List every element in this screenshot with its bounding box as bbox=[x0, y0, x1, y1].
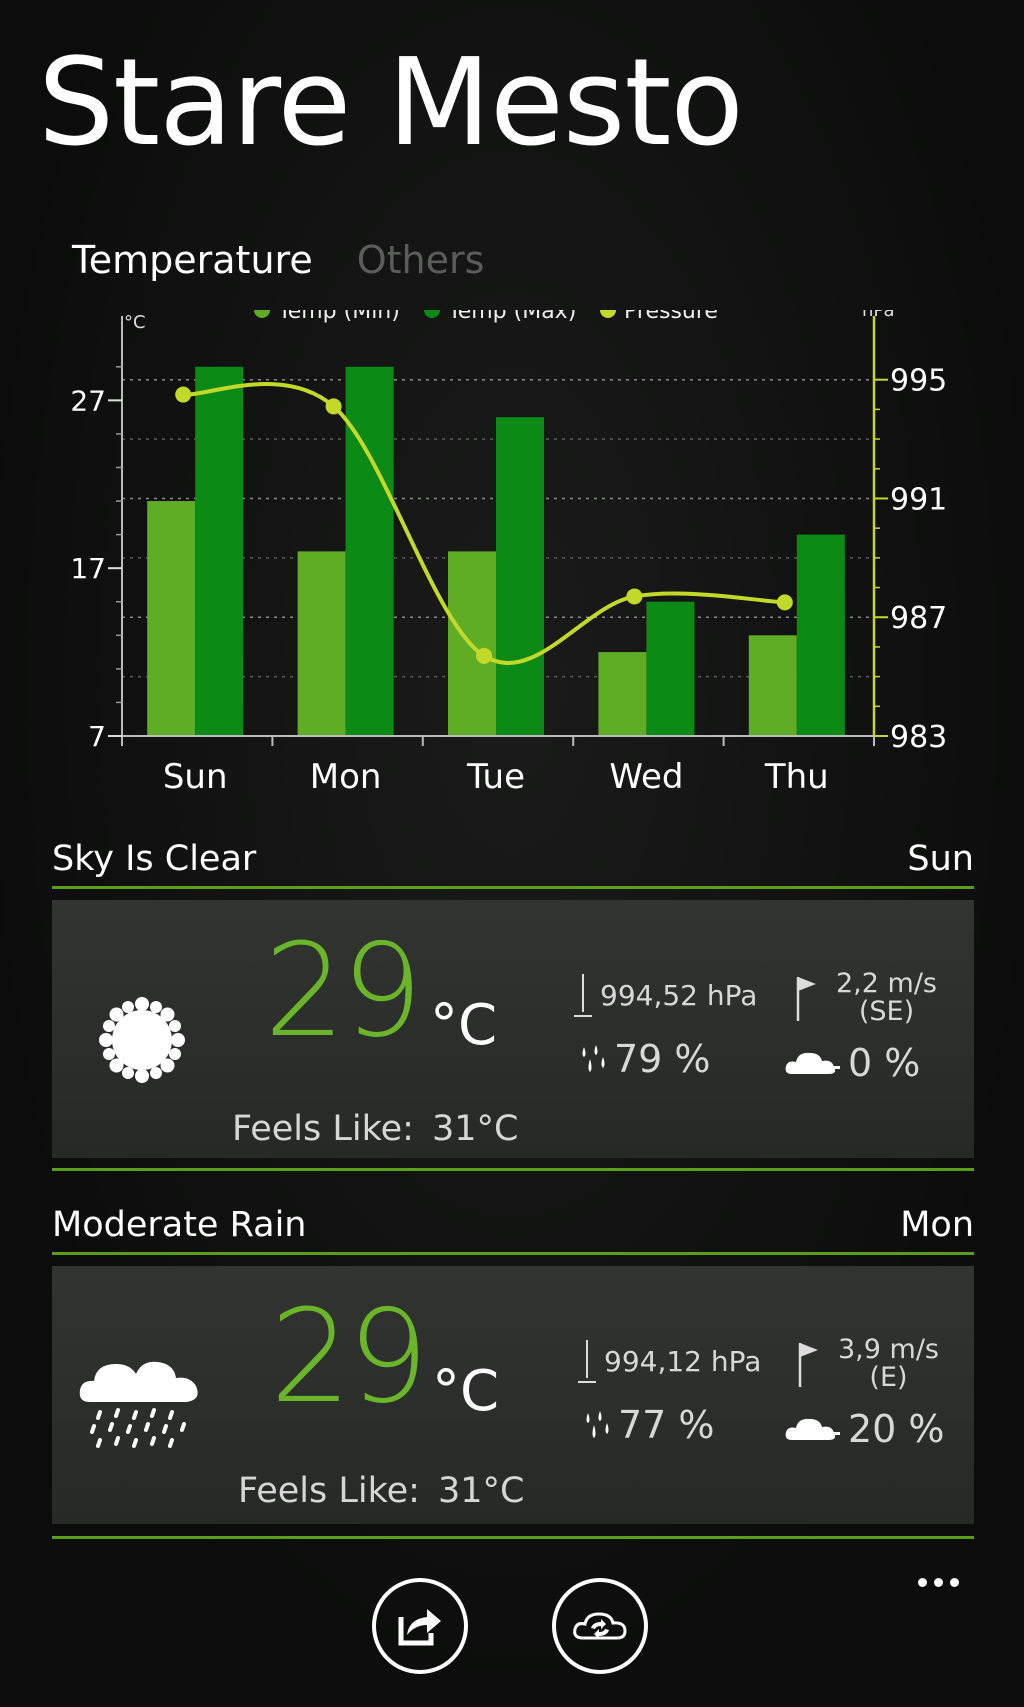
divider bbox=[52, 1168, 974, 1171]
feels-like: Feels Like: 31°C bbox=[238, 1474, 524, 1509]
day-header: Sky Is Clear Sun bbox=[52, 842, 974, 877]
pressure-point bbox=[626, 588, 643, 605]
tab-temperature[interactable]: Temperature bbox=[72, 238, 313, 284]
humidity-icon bbox=[586, 1411, 609, 1438]
divider bbox=[52, 1252, 974, 1255]
wind-stat: 3,9 m/s (E) bbox=[796, 1334, 939, 1394]
pressure-point bbox=[175, 386, 192, 403]
bar-temp-min bbox=[748, 635, 797, 736]
y-tick-label-right: 987 bbox=[890, 601, 947, 636]
day-label: Mon bbox=[900, 1205, 974, 1245]
bar-temp-max bbox=[496, 417, 544, 736]
y-tick-label-left: 27 bbox=[70, 384, 106, 417]
pressure-stat: 994,52 hPa bbox=[572, 972, 757, 1020]
humidity-value: 77 % bbox=[618, 1403, 715, 1447]
more-icon bbox=[950, 1578, 959, 1587]
wind-direction: (SE) bbox=[858, 996, 915, 1028]
feels-like: Feels Like: 31°C bbox=[232, 1112, 518, 1147]
bar-temp-max bbox=[646, 601, 695, 736]
y-axis-label-right: hPa bbox=[862, 310, 894, 321]
rain-cloud-icon bbox=[78, 1346, 208, 1460]
cloud-refresh-icon bbox=[573, 1612, 627, 1640]
feels-like-label: Feels Like: bbox=[238, 1471, 420, 1511]
wind-speed: 3,9 m/s bbox=[838, 1334, 939, 1365]
y-tick-label-right: 991 bbox=[890, 482, 947, 517]
feels-like-value: 31°C bbox=[431, 1109, 519, 1149]
share-button[interactable] bbox=[372, 1578, 468, 1674]
x-tick-label: Thu bbox=[764, 757, 829, 797]
page-title: Stare Mesto bbox=[38, 34, 744, 173]
thermometer-icon bbox=[578, 1340, 596, 1383]
cloud-icon bbox=[785, 1418, 840, 1440]
x-tick-label: Sun bbox=[163, 757, 228, 797]
bar-temp-max bbox=[345, 366, 394, 736]
bar-temp-min bbox=[297, 551, 346, 736]
pressure-point bbox=[776, 594, 793, 611]
x-tick-label: Tue bbox=[466, 757, 525, 797]
bar-temp-max bbox=[796, 534, 845, 736]
bar-temp-min bbox=[147, 501, 196, 736]
clouds-value: 0 % bbox=[848, 1041, 921, 1085]
divider bbox=[52, 886, 974, 889]
pressure-value: 994,52 hPa bbox=[600, 979, 758, 1012]
day-header: Moderate Rain Mon bbox=[52, 1208, 974, 1243]
weather-card[interactable]: 29 °C Feels Like: 31°C 994,12 hPa 77 % 3,… bbox=[52, 1266, 974, 1524]
temperature-value: 29 bbox=[270, 1283, 429, 1432]
clouds-stat: 0 % bbox=[782, 1044, 920, 1082]
flag-icon bbox=[796, 977, 816, 1022]
y-tick-label-left: 7 bbox=[88, 720, 106, 753]
clouds-stat: 20 % bbox=[782, 1410, 945, 1448]
weather-card[interactable]: 29 °C Feels Like: 31°C 994,52 hPa 79 % 2,… bbox=[52, 900, 974, 1158]
bar-temp-max bbox=[195, 366, 244, 736]
pressure-point bbox=[325, 398, 342, 415]
more-icon bbox=[918, 1578, 927, 1587]
more-button[interactable] bbox=[918, 1578, 959, 1587]
thermometer-icon bbox=[574, 974, 592, 1017]
legend-marker bbox=[600, 310, 616, 318]
condition-label: Sky Is Clear bbox=[52, 839, 257, 879]
flag-icon bbox=[798, 1343, 818, 1388]
refresh-button[interactable] bbox=[552, 1578, 648, 1674]
y-tick-label-left: 17 bbox=[70, 552, 106, 585]
pressure-point bbox=[476, 647, 492, 664]
pressure-value: 994,12 hPa bbox=[604, 1345, 762, 1378]
feels-like-label: Feels Like: bbox=[232, 1109, 414, 1149]
day-label: Sun bbox=[907, 839, 974, 879]
legend-label: Pressure bbox=[624, 310, 718, 324]
sun-icon bbox=[96, 994, 188, 1090]
y-tick-label-right: 995 bbox=[890, 364, 947, 399]
humidity-icon bbox=[582, 1045, 605, 1072]
tab-others[interactable]: Others bbox=[357, 238, 485, 284]
pressure-stat: 994,12 hPa bbox=[576, 1338, 761, 1386]
humidity-value: 79 % bbox=[614, 1037, 711, 1081]
share-icon bbox=[398, 1609, 441, 1646]
wind-speed: 2,2 m/s bbox=[836, 968, 937, 999]
cloud-icon bbox=[785, 1052, 840, 1074]
bar-temp-min bbox=[598, 652, 647, 736]
more-icon bbox=[934, 1578, 943, 1587]
y-tick-label-right: 983 bbox=[890, 720, 947, 755]
humidity-stat: 79 % bbox=[578, 1040, 711, 1078]
temperature-value: 29 bbox=[264, 917, 423, 1066]
feels-like-value: 31°C bbox=[437, 1471, 525, 1511]
temperature-unit: °C bbox=[432, 1359, 500, 1424]
legend-label: Temp (Max) bbox=[447, 310, 576, 324]
pivot-tabs: Temperature Others bbox=[72, 238, 484, 284]
x-tick-label: Wed bbox=[609, 757, 683, 797]
humidity-stat: 77 % bbox=[582, 1406, 715, 1444]
legend-label: Temp (Min) bbox=[277, 310, 400, 324]
x-tick-label: Mon bbox=[310, 757, 382, 797]
condition-label: Moderate Rain bbox=[52, 1205, 307, 1245]
temperature-unit: °C bbox=[430, 993, 498, 1058]
legend-marker bbox=[424, 310, 440, 318]
wind-stat: 2,2 m/s (SE) bbox=[794, 968, 937, 1028]
legend-marker bbox=[254, 310, 270, 318]
temperature-chart: Sun Mon Tue Wed Thu 7 17 27 983 987 991 995 °C hPa Te… bbox=[70, 310, 947, 797]
y-axis-label-left: °C bbox=[124, 312, 146, 333]
wind-direction: (E) bbox=[869, 1362, 908, 1394]
divider bbox=[52, 1536, 974, 1539]
clouds-value: 20 % bbox=[848, 1407, 945, 1451]
